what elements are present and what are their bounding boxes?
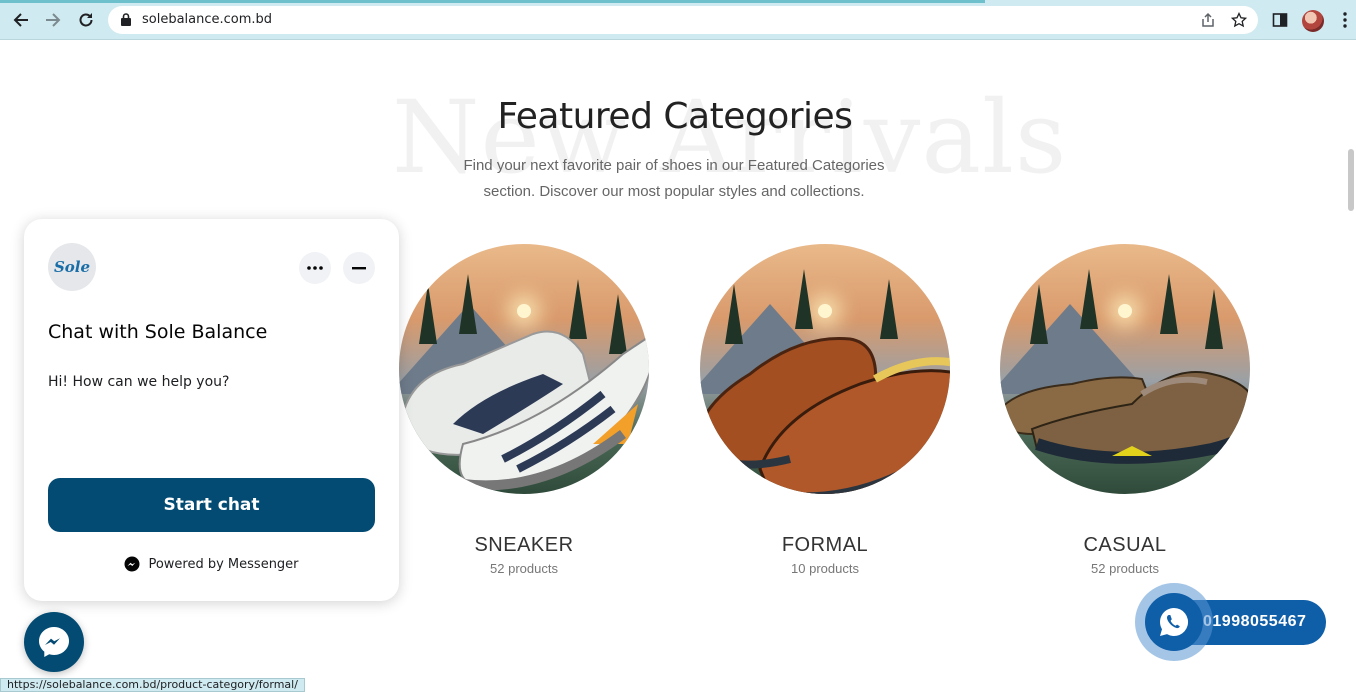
category-image-casual[interactable] (1000, 244, 1250, 494)
loading-bar (0, 0, 985, 3)
category-name[interactable]: FORMAL (685, 534, 965, 557)
sneaker-shoe-icon (402, 330, 649, 491)
whatsapp-icon-badge[interactable] (1135, 583, 1213, 661)
minimize-button[interactable] (343, 252, 375, 284)
address-url: solebalance.com.bd (142, 12, 273, 27)
logo-text: Sole (53, 258, 91, 276)
messenger-icon (124, 556, 140, 572)
scrollbar[interactable] (1346, 41, 1356, 692)
whatsapp-icon (1160, 607, 1189, 636)
page-content: New Arrivals Featured Categories Find yo… (0, 41, 1356, 692)
messenger-icon (39, 627, 69, 657)
whatsapp-number: 01998055467 (1203, 613, 1307, 630)
ellipsis-icon (307, 266, 323, 270)
sole-balance-logo: Sole (48, 243, 96, 291)
tree-shape (1080, 269, 1098, 329)
chat-title: Chat with Sole Balance (48, 321, 268, 343)
forward-icon[interactable] (41, 8, 65, 32)
category-name[interactable]: CASUAL (985, 534, 1265, 557)
minus-icon (352, 266, 366, 269)
category-name[interactable]: SNEAKER (384, 534, 664, 557)
start-chat-button[interactable]: Start chat (48, 478, 375, 532)
category-card-casual[interactable]: CASUAL 52 products (985, 244, 1265, 576)
share-icon[interactable] (1199, 11, 1217, 29)
lock-icon (121, 13, 131, 31)
section-title: Featured Categories (497, 96, 853, 137)
profile-avatar[interactable] (1302, 10, 1324, 32)
powered-by-messenger[interactable]: Powered by Messenger (24, 556, 399, 572)
category-card-formal[interactable]: FORMAL 10 products (685, 244, 965, 576)
casual-shoe-icon (1000, 371, 1250, 464)
category-count: 52 products (490, 561, 558, 576)
category-count: 52 products (1091, 561, 1159, 576)
bookmark-star-icon[interactable] (1230, 11, 1248, 29)
browser-toolbar: solebalance.com.bd (0, 0, 1356, 40)
category-image-formal[interactable] (700, 244, 950, 494)
scrollbar-thumb[interactable] (1348, 149, 1354, 211)
status-bar-url: https://solebalance.com.bd/product-categ… (0, 678, 305, 692)
kebab-menu-icon[interactable] (1335, 10, 1355, 30)
address-bar[interactable]: solebalance.com.bd (108, 6, 1258, 34)
more-options-button[interactable] (299, 252, 331, 284)
category-card-sneaker[interactable]: SNEAKER 52 products (384, 244, 664, 576)
back-icon[interactable] (9, 8, 33, 32)
side-panel-icon[interactable] (1270, 10, 1290, 30)
tree-shape (1160, 274, 1178, 334)
reload-icon[interactable] (74, 8, 98, 32)
messenger-fab-button[interactable] (24, 612, 84, 672)
category-image-sneaker[interactable] (399, 244, 649, 494)
chat-greeting: Hi! How can we help you? (48, 374, 230, 390)
formal-shoe-icon (700, 336, 950, 494)
whatsapp-icon-holder (1145, 593, 1203, 651)
category-count: 10 products (791, 561, 859, 576)
section-subtitle: Find your next favorite pair of shoes in… (463, 157, 885, 200)
powered-label: Powered by Messenger (148, 556, 299, 572)
messenger-chat-popup: Sole Chat with Sole Balance Hi! How can … (24, 219, 399, 601)
